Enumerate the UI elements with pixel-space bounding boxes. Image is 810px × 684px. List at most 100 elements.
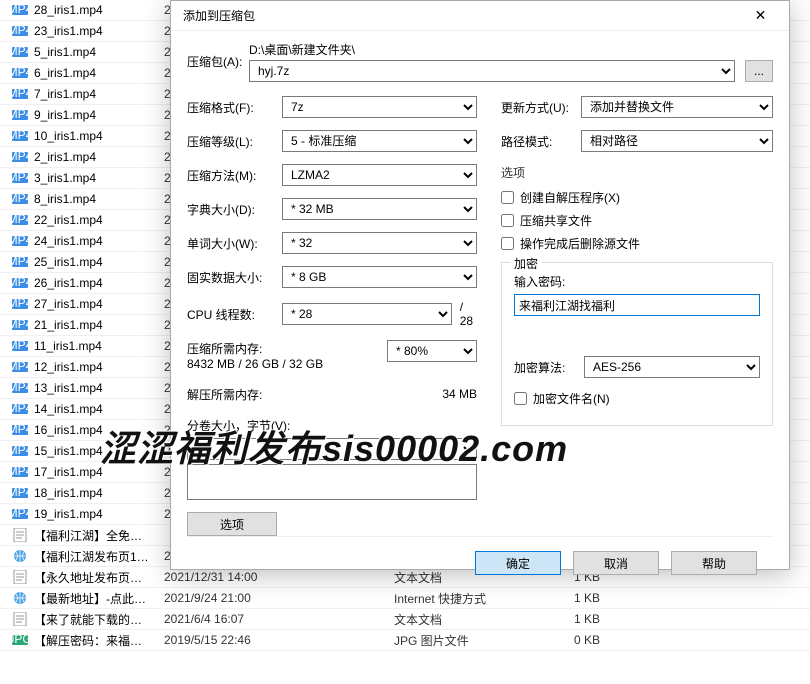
txt-icon (12, 570, 28, 584)
threads-label: CPU 线程数: (187, 306, 282, 323)
encrypt-legend: 加密 (510, 255, 542, 272)
mem-compress-select[interactable]: * 80% (387, 340, 477, 362)
delete-checkbox[interactable] (501, 237, 514, 250)
file-name: 【来了就能下载的… (34, 611, 164, 628)
sfx-label: 创建自解压程序(X) (520, 189, 620, 206)
file-name: 8_iris1.mp4 (34, 192, 164, 206)
file-name: 2_iris1.mp4 (34, 150, 164, 164)
file-size: 0 KB (574, 633, 600, 647)
enc-method-select[interactable]: AES-256 (584, 356, 760, 378)
url-icon (12, 549, 28, 563)
ok-button[interactable]: 确定 (475, 551, 561, 575)
svg-text:MP4: MP4 (12, 402, 28, 415)
svg-text:MP4: MP4 (12, 318, 28, 331)
enc-names-checkbox[interactable] (514, 392, 527, 405)
path-mode-select[interactable]: 相对路径 (581, 130, 773, 152)
file-name: 26_iris1.mp4 (34, 276, 164, 290)
file-name: 3_iris1.mp4 (34, 171, 164, 185)
options-group-label: 选项 (501, 164, 773, 181)
url-icon (12, 591, 28, 605)
titlebar: 添加到压缩包 ✕ (171, 1, 789, 31)
file-name: 【解压密码：来福… (34, 632, 164, 649)
file-name: 7_iris1.mp4 (34, 87, 164, 101)
split-select[interactable] (187, 438, 477, 460)
file-name: 17_iris1.mp4 (34, 465, 164, 479)
svg-text:MP4: MP4 (12, 129, 28, 142)
txt-icon (12, 612, 28, 626)
sfx-checkbox[interactable] (501, 191, 514, 204)
svg-text:MP4: MP4 (12, 444, 28, 457)
params-input[interactable] (187, 464, 477, 500)
mem-compress-text: 8432 MB / 26 GB / 32 GB (187, 357, 387, 371)
file-name: 16_iris1.mp4 (34, 423, 164, 437)
mp4-icon: MP4 (12, 339, 28, 353)
file-row[interactable]: 【来了就能下载的…2021/6/4 16:07文本文档1 KB (0, 609, 810, 630)
method-label: 压缩方法(M): (187, 167, 282, 184)
svg-text:JPG: JPG (12, 633, 28, 646)
options-button[interactable]: 选项 (187, 512, 277, 536)
word-select[interactable]: * 32 (282, 232, 477, 254)
txt-icon (12, 528, 28, 542)
mp4-icon: MP4 (12, 402, 28, 416)
password-input[interactable] (514, 294, 760, 316)
file-name: 22_iris1.mp4 (34, 213, 164, 227)
svg-text:MP4: MP4 (12, 3, 28, 16)
file-row[interactable]: 【最新地址】-点此…2021/9/24 21:00Internet 快捷方式1 … (0, 588, 810, 609)
update-select[interactable]: 添加并替换文件 (581, 96, 773, 118)
enc-method-label: 加密算法: (514, 359, 584, 376)
threads-max: / 28 (460, 300, 477, 328)
archive-name-select[interactable]: hyj.7z (249, 60, 735, 82)
help-button[interactable]: 帮助 (671, 551, 757, 575)
svg-text:MP4: MP4 (12, 234, 28, 247)
browse-button[interactable]: ... (745, 60, 773, 82)
svg-text:MP4: MP4 (12, 213, 28, 226)
mp4-icon: MP4 (12, 171, 28, 185)
jpg-icon: JPG (12, 633, 28, 647)
file-name: 12_iris1.mp4 (34, 360, 164, 374)
svg-text:MP4: MP4 (12, 465, 28, 478)
mp4-icon: MP4 (12, 276, 28, 290)
mp4-icon: MP4 (12, 381, 28, 395)
file-name: 25_iris1.mp4 (34, 255, 164, 269)
threads-select[interactable]: * 28 (282, 303, 452, 325)
file-date: 2021/6/4 16:07 (164, 612, 394, 626)
dict-label: 字典大小(D): (187, 201, 282, 218)
mp4-icon: MP4 (12, 423, 28, 437)
password-label: 输入密码: (514, 273, 760, 290)
update-label: 更新方式(U): (501, 99, 581, 116)
cancel-button[interactable]: 取消 (573, 551, 659, 575)
mp4-icon: MP4 (12, 87, 28, 101)
share-label: 压缩共享文件 (520, 212, 592, 229)
file-row[interactable]: JPG 【解压密码：来福…2019/5/15 22:46JPG 图片文件0 KB (0, 630, 810, 651)
mp4-icon: MP4 (12, 66, 28, 80)
file-type: Internet 快捷方式 (394, 590, 574, 607)
level-label: 压缩等级(L): (187, 133, 282, 150)
mp4-icon: MP4 (12, 465, 28, 479)
format-select[interactable]: 7z (282, 96, 477, 118)
file-name: 18_iris1.mp4 (34, 486, 164, 500)
close-button[interactable]: ✕ (738, 2, 783, 30)
mp4-icon: MP4 (12, 255, 28, 269)
file-name: 【永久地址发布页… (34, 569, 164, 586)
mp4-icon: MP4 (12, 24, 28, 38)
mem-decompress-value: 34 MB (442, 387, 477, 401)
method-select[interactable]: LZMA2 (282, 164, 477, 186)
file-date: 2019/5/15 22:46 (164, 633, 394, 647)
file-name: 21_iris1.mp4 (34, 318, 164, 332)
mp4-icon: MP4 (12, 3, 28, 17)
file-name: 23_iris1.mp4 (34, 24, 164, 38)
svg-text:MP4: MP4 (12, 255, 28, 268)
file-name: 28_iris1.mp4 (34, 3, 164, 17)
level-select[interactable]: 5 - 标准压缩 (282, 130, 477, 152)
file-type: 文本文档 (394, 611, 574, 628)
file-name: 【福利江湖】全免… (34, 527, 164, 544)
enc-names-label: 加密文件名(N) (533, 390, 610, 407)
mp4-icon: MP4 (12, 129, 28, 143)
solid-select[interactable]: * 8 GB (282, 266, 477, 288)
file-type: JPG 图片文件 (394, 632, 574, 649)
dict-select[interactable]: * 32 MB (282, 198, 477, 220)
file-name: 24_iris1.mp4 (34, 234, 164, 248)
share-checkbox[interactable] (501, 214, 514, 227)
svg-text:MP4: MP4 (12, 423, 28, 436)
mp4-icon: MP4 (12, 360, 28, 374)
